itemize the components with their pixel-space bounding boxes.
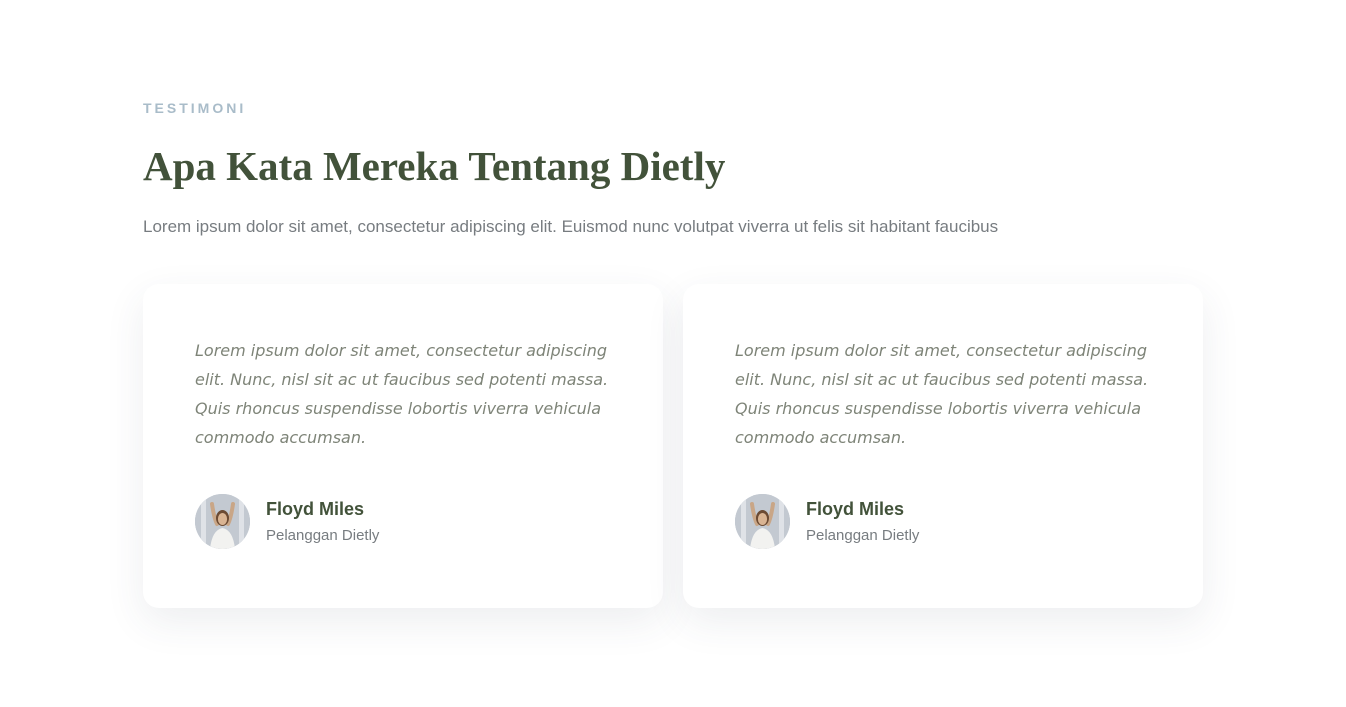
author-role: Pelanggan Dietly xyxy=(266,527,380,544)
author-name: Floyd Miles xyxy=(806,499,905,519)
person-photo-avatar-icon xyxy=(195,494,250,549)
testimonial-cards: Lorem ipsum dolor sit amet, consectetur … xyxy=(143,284,1203,608)
section-title: Apa Kata Mereka Tentang Dietly xyxy=(143,143,726,189)
testimonial-quote: Lorem ipsum dolor sit amet, consectetur … xyxy=(735,341,1149,447)
avatar xyxy=(735,494,790,549)
avatar xyxy=(195,494,250,549)
author-name: Floyd Miles xyxy=(266,499,365,519)
testimonial-card: Lorem ipsum dolor sit amet, consectetur … xyxy=(683,284,1203,608)
author-role: Pelanggan Dietly xyxy=(806,527,920,544)
section-eyebrow: TESTIMONI xyxy=(143,100,247,116)
testimonial-author: Floyd Miles Pelanggan Dietly xyxy=(195,494,495,550)
testimonial-card: Lorem ipsum dolor sit amet, consectetur … xyxy=(143,284,663,608)
testimonial-quote: Lorem ipsum dolor sit amet, consectetur … xyxy=(195,341,609,447)
person-photo-avatar-icon xyxy=(735,494,790,549)
testimonial-author: Floyd Miles Pelanggan Dietly xyxy=(735,494,1035,550)
section-subtitle: Lorem ipsum dolor sit amet, consectetur … xyxy=(143,217,999,236)
